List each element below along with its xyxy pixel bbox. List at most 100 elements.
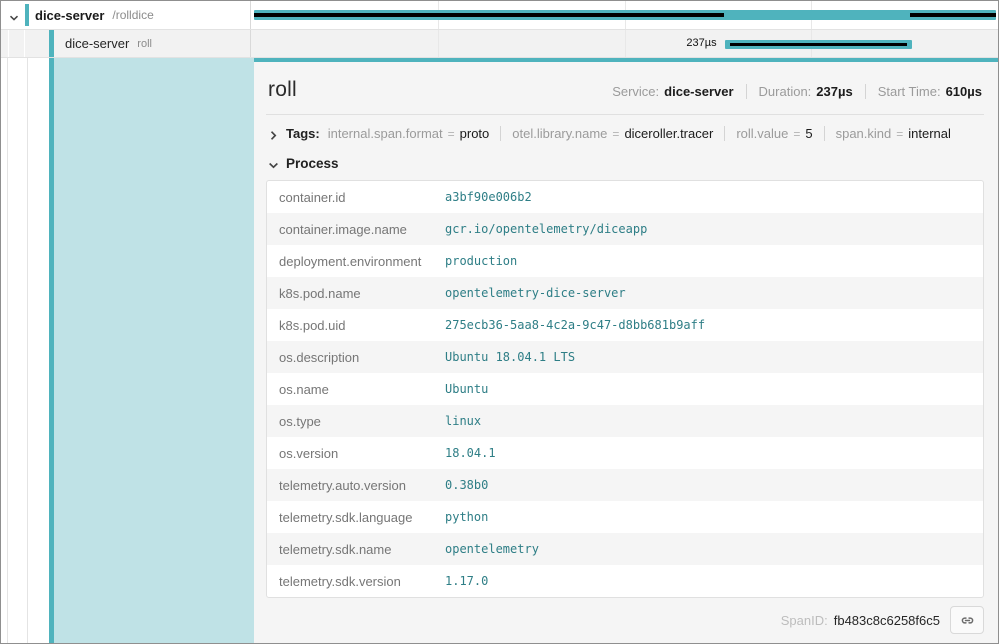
kv-value: Ubuntu 18.04.1 LTS [445,350,575,364]
tag-item: otel.library.name = diceroller.tracer [500,126,713,141]
span-bar-rolldice[interactable] [254,10,996,20]
process-section-toggle[interactable]: Process [266,156,984,171]
kv-key: os.name [279,382,445,397]
span-bar-self-segment [910,13,996,17]
kv-key: k8s.pod.uid [279,318,445,333]
kv-value: 0.38b0 [445,478,488,492]
tag-equals: = [793,127,800,141]
service-summary: Service: dice-server [612,84,733,99]
tags-section-toggle[interactable]: Tags: internal.span.format = proto otel.lib… [266,126,984,141]
deep-link-button[interactable] [950,606,984,634]
header-divider [266,114,984,115]
tag-key: span.kind [836,126,892,141]
kv-value: a3bf90e006b2 [445,190,532,204]
kv-row: telemetry.sdk.languagepython [267,501,983,533]
service-name: dice-server [35,8,104,23]
kv-key: os.description [279,350,445,365]
spanid-label: SpanID: [781,613,828,628]
span-bar-self-segment [254,13,724,17]
tag-value: diceroller.tracer [624,126,713,141]
kv-value: linux [445,414,481,428]
tag-key: otel.library.name [512,126,607,141]
kv-key: k8s.pod.name [279,286,445,301]
span-duration-label: 237µs [686,37,716,49]
tag-equals: = [612,127,619,141]
tag-equals: = [896,127,903,141]
duration-summary: Duration: 237µs [746,84,853,99]
span-title: roll [268,78,297,102]
kv-key: telemetry.sdk.name [279,542,445,557]
span-name-cell-roll[interactable]: dice-server roll [1,30,251,57]
tag-list: internal.span.format = proto otel.library.n… [328,126,951,141]
span-row-roll[interactable]: dice-server roll 237µs [1,30,998,58]
timeline-cell-rolldice [251,1,998,29]
chevron-down-icon[interactable] [9,10,19,20]
tag-item: span.kind = internal [824,126,951,141]
kv-row: deployment.environmentproduction [267,245,983,277]
selected-span-highlight[interactable] [54,58,254,643]
kv-row: telemetry.sdk.nameopentelemetry [267,533,983,565]
tags-heading: Tags: [286,126,320,141]
tag-value: proto [460,126,490,141]
kv-row: telemetry.auto.version0.38b0 [267,469,983,501]
tree-gutter [1,58,49,643]
kv-row: container.image.namegcr.io/opentelemetry… [267,213,983,245]
kv-value: gcr.io/opentelemetry/diceapp [445,222,647,236]
tag-value: 5 [805,126,812,141]
kv-value: 18.04.1 [445,446,496,460]
service-color-bar [25,4,29,26]
span-detail-area: roll Service: dice-server Duration: 237µ… [1,58,998,643]
span-bar-roll[interactable] [725,40,912,49]
kv-row: container.ida3bf90e006b2 [267,181,983,213]
kv-key: telemetry.auto.version [279,478,445,493]
process-heading: Process [286,156,339,171]
span-row-rolldice[interactable]: dice-server /rolldice [1,1,998,30]
span-detail-panel: roll Service: dice-server Duration: 237µ… [254,58,998,643]
chevron-right-icon[interactable] [268,128,279,139]
tag-item: internal.span.format = proto [328,126,490,141]
kv-key: container.image.name [279,222,445,237]
spanid-value: fb483c8c6258f6c5 [834,613,940,628]
kv-value: Ubuntu [445,382,488,396]
kv-value: python [445,510,488,524]
indent-guide [24,30,25,57]
kv-key: container.id [279,190,445,205]
kv-value: 1.17.0 [445,574,488,588]
tag-key: roll.value [736,126,788,141]
span-detail-header: roll Service: dice-server Duration: 237µ… [266,76,984,102]
service-name: dice-server [65,36,129,51]
process-kv-table: container.ida3bf90e006b2container.image.… [266,180,984,598]
timeline-gridline [438,30,439,57]
kv-key: telemetry.sdk.language [279,510,445,525]
chevron-down-icon[interactable] [268,158,279,169]
kv-key: telemetry.sdk.version [279,574,445,589]
kv-value: opentelemetry-dice-server [445,286,626,300]
operation-name: /rolldice [112,8,153,22]
service-color-bar [49,30,54,57]
tag-key: internal.span.format [328,126,443,141]
indent-guide [7,58,8,643]
kv-row: telemetry.sdk.version1.17.0 [267,565,983,597]
kv-value: opentelemetry [445,542,539,556]
timeline-gridline [625,30,626,57]
tag-value: internal [908,126,951,141]
kv-key: os.version [279,446,445,461]
kv-value: 275ecb36-5aa8-4c2a-9c47-d8bb681b9aff [445,318,705,332]
tag-item: roll.value = 5 [724,126,812,141]
tag-equals: = [448,127,455,141]
operation-name: roll [137,38,152,50]
start-time-summary: Start Time: 610µs [865,84,982,99]
kv-key: deployment.environment [279,254,445,269]
indent-guide [27,58,28,643]
kv-row: os.typelinux [267,405,983,437]
span-name-cell-rolldice[interactable]: dice-server /rolldice [1,1,251,29]
timeline-cell-roll: 237µs [251,30,998,57]
link-icon [959,612,976,629]
kv-row: os.nameUbuntu [267,373,983,405]
kv-key: os.type [279,414,445,429]
span-detail-footer: SpanID: fb483c8c6258f6c5 [266,606,984,642]
trace-timeline-window: dice-server /rolldice dice-server roll [0,0,999,644]
kv-row: os.descriptionUbuntu 18.04.1 LTS [267,341,983,373]
indent-guide [8,30,9,57]
kv-value: production [445,254,517,268]
